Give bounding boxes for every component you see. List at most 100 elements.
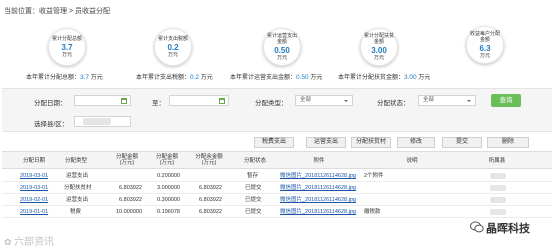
stat-label: 累计运营支出金额 <box>267 33 298 45</box>
summary-label: 本年累计分配总额： <box>26 75 81 81</box>
date-label: 分配日期： <box>34 100 67 107</box>
redacted-county <box>490 173 506 179</box>
row-amount1: 10.000000 <box>116 209 142 215</box>
tax-expense-button[interactable]: 税费支出 <box>254 137 294 148</box>
status-select[interactable]: 全部 <box>418 95 476 106</box>
summary-unit: 万元 <box>90 75 103 81</box>
chevron-down-icon <box>467 100 471 102</box>
col-header-type: 分配类型 <box>64 158 87 164</box>
redacted-county <box>490 185 506 191</box>
breadcrumb-item-revenue[interactable]: 收益管理 <box>39 8 67 15</box>
summary-total: 本年累计分配总额：3.7 万元 <box>26 72 103 81</box>
village-label: 选择县/区： <box>34 121 69 128</box>
delete-button[interactable]: 删除 <box>487 137 529 148</box>
submit-button[interactable]: 提交 <box>442 137 482 148</box>
calendar-icon[interactable] <box>219 98 225 104</box>
date-start-input[interactable] <box>74 95 131 106</box>
table-row[interactable]: 2019-03-01 分配扶贫村 6.803922 3.000000 6.803… <box>2 183 552 194</box>
breadcrumb-separator: > <box>68 8 74 15</box>
status-select-value: 全部 <box>423 97 435 103</box>
calendar-icon[interactable] <box>121 98 127 104</box>
stat-circle-poverty: 累计分配扶贫金额 3.00 万元 <box>360 28 398 66</box>
breadcrumb: 当前位置：收益管理 > 员收益分配 <box>4 6 110 16</box>
row-status: 暂存 <box>247 173 259 179</box>
row-status: 已提交 <box>245 185 262 191</box>
row-amount2: 0.300000 <box>157 197 180 203</box>
row-amount2: 0.200000 <box>157 173 180 179</box>
row-amount3: 6.803922 <box>199 185 222 191</box>
stat-unit: 万元 <box>167 52 178 58</box>
summary-tax: 本年累计支出税额：0.2 万元 <box>136 72 213 81</box>
row-date[interactable]: 2019-03-01 <box>20 171 48 181</box>
stat-unit: 万元 <box>479 53 490 59</box>
row-amount1: 6.803922 <box>119 197 142 203</box>
col-header-amount3: 分配余金额 (万元) <box>195 154 223 166</box>
summary-unit: 万元 <box>200 75 213 81</box>
row-status: 已提交 <box>245 197 262 203</box>
stat-unit: 万元 <box>373 55 384 61</box>
table-row[interactable]: 2019-03-01 运营支出 0.200000 暂存 微信图片_2018112… <box>2 171 552 182</box>
watermark-left-text: 六部资讯 <box>14 237 55 248</box>
stat-label: 累计支出税额 <box>157 36 188 42</box>
row-attachment[interactable]: 微信图片_20181126114628.jpg <box>280 171 356 181</box>
status-label: 分配状态： <box>377 100 410 107</box>
row-attachment[interactable]: 微信图片_20181126114628.jpg <box>280 195 356 205</box>
summary-unit: 万元 <box>310 75 323 81</box>
stat-unit: 万元 <box>61 52 72 58</box>
stat-value: 6.3 <box>479 44 491 53</box>
row-amount3: 6.803922 <box>199 209 222 215</box>
date-to-label: 至： <box>152 100 165 107</box>
row-type: 税费 <box>70 209 82 215</box>
chevron-down-icon <box>344 100 348 102</box>
row-attachment[interactable]: 微信图片_20181126114628.jpg <box>280 207 356 217</box>
allocate-village-button[interactable]: 分配扶贫村 <box>351 137 391 148</box>
table-row[interactable]: 2019-02-01 运营支出 6.803922 0.300000 6.8039… <box>2 195 552 206</box>
wechat-logo-icon <box>470 221 484 233</box>
summary-value: 0.2 <box>190 74 200 81</box>
summary-label: 本年累计支出税额： <box>136 75 191 81</box>
row-note: 缴税款 <box>364 209 381 215</box>
query-button[interactable]: 查询 <box>491 94 521 107</box>
col-header-amount2: 分配金额 (万元) <box>155 154 178 166</box>
col-header-status: 分配状态 <box>243 158 266 164</box>
row-note: 2个附件 <box>364 173 384 179</box>
row-type: 运营支出 <box>66 173 89 179</box>
row-attachment[interactable]: 微信图片_20181126114628.jpg <box>280 183 356 193</box>
row-amount1: 6.803922 <box>119 185 142 191</box>
redacted-county <box>490 197 506 203</box>
edit-button[interactable]: 修改 <box>397 137 435 148</box>
summary-label: 本年累计分配扶贫金额： <box>338 75 405 81</box>
stat-unit: 万元 <box>276 55 287 61</box>
operation-expense-button[interactable]: 运营支出 <box>306 137 346 148</box>
col-header-county: 所属县 <box>488 158 506 164</box>
stat-value: 0.2 <box>167 43 179 52</box>
breadcrumb-item-current: 员收益分配 <box>75 8 110 15</box>
summary-value: 3.00 <box>404 74 417 81</box>
stat-value: 3.7 <box>61 43 73 52</box>
stat-circle-tax: 累计支出税额 0.2 万元 <box>154 28 192 66</box>
summary-value: 0.50 <box>296 74 309 81</box>
summary-value: 3.7 <box>80 74 90 81</box>
stat-label: 累计分配扶贫金额 <box>364 33 395 45</box>
row-type: 运营支出 <box>66 197 89 203</box>
col-header-attachment: 附件 <box>313 158 325 164</box>
village-input[interactable] <box>74 116 131 127</box>
row-type: 分配扶贫村 <box>64 185 92 191</box>
table-header: 分配日期 分配类型 分配金额 (万元) 分配金额 (万元) 分配余金额 (万元)… <box>2 151 552 169</box>
date-end-input[interactable] <box>169 95 229 106</box>
summary-poverty: 本年累计分配扶贫金额：3.00 万元 <box>338 72 430 81</box>
summary-label: 本年累计运营支出金额： <box>230 75 297 81</box>
row-date[interactable]: 2019-03-01 <box>20 183 48 193</box>
col-header-amount1: 分配金额 (万元) <box>115 154 138 166</box>
row-date[interactable]: 2019-01-01 <box>20 207 48 217</box>
type-select[interactable]: 全部 <box>295 95 353 106</box>
table-row[interactable]: 2019-01-01 税费 10.000000 0.196078 6.80392… <box>2 207 552 218</box>
row-date[interactable]: 2019-02-01 <box>20 195 48 205</box>
stat-circle-operation: 累计运营支出金额 0.50 万元 <box>263 28 301 66</box>
watermark-right: 晶晖科技 <box>486 223 530 235</box>
stat-value: 0.50 <box>274 46 290 55</box>
type-select-value: 全部 <box>300 97 312 103</box>
row-status: 已提交 <box>245 209 262 215</box>
watermark-left: ✿ 六部资讯 <box>4 237 55 248</box>
row-amount2: 0.196078 <box>157 209 180 215</box>
